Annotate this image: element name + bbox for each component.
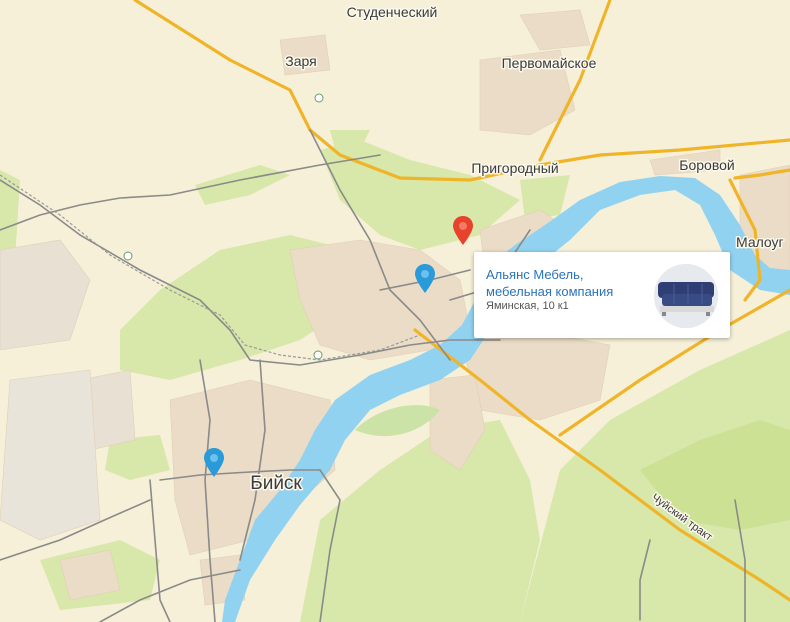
- map-view[interactable]: Студенческий Заря Первомайское Пригородн…: [0, 0, 790, 622]
- label-borovoy: Боровой: [679, 157, 734, 173]
- sofa-photo-thumbnail[interactable]: [654, 264, 718, 328]
- label-prigorodnyy: Пригородный: [471, 160, 558, 176]
- map-pin-selected-icon[interactable]: [452, 216, 474, 246]
- popup-address: Яминская, 10 к1: [486, 300, 569, 312]
- label-pervomayskoe: Первомайское: [502, 55, 597, 71]
- label-studencheskiy: Студенческий: [347, 4, 438, 20]
- map-pin-icon[interactable]: [414, 264, 436, 294]
- label-biysk: Бийск: [250, 473, 302, 494]
- label-malougl: Малоуг: [736, 234, 784, 250]
- popup-title[interactable]: Альянс Мебель, мебельная компания: [486, 266, 646, 300]
- label-zarya: Заря: [285, 53, 316, 69]
- map-pin-icon[interactable]: [203, 448, 225, 478]
- place-popup[interactable]: Альянс Мебель, мебельная компания Яминск…: [474, 252, 730, 338]
